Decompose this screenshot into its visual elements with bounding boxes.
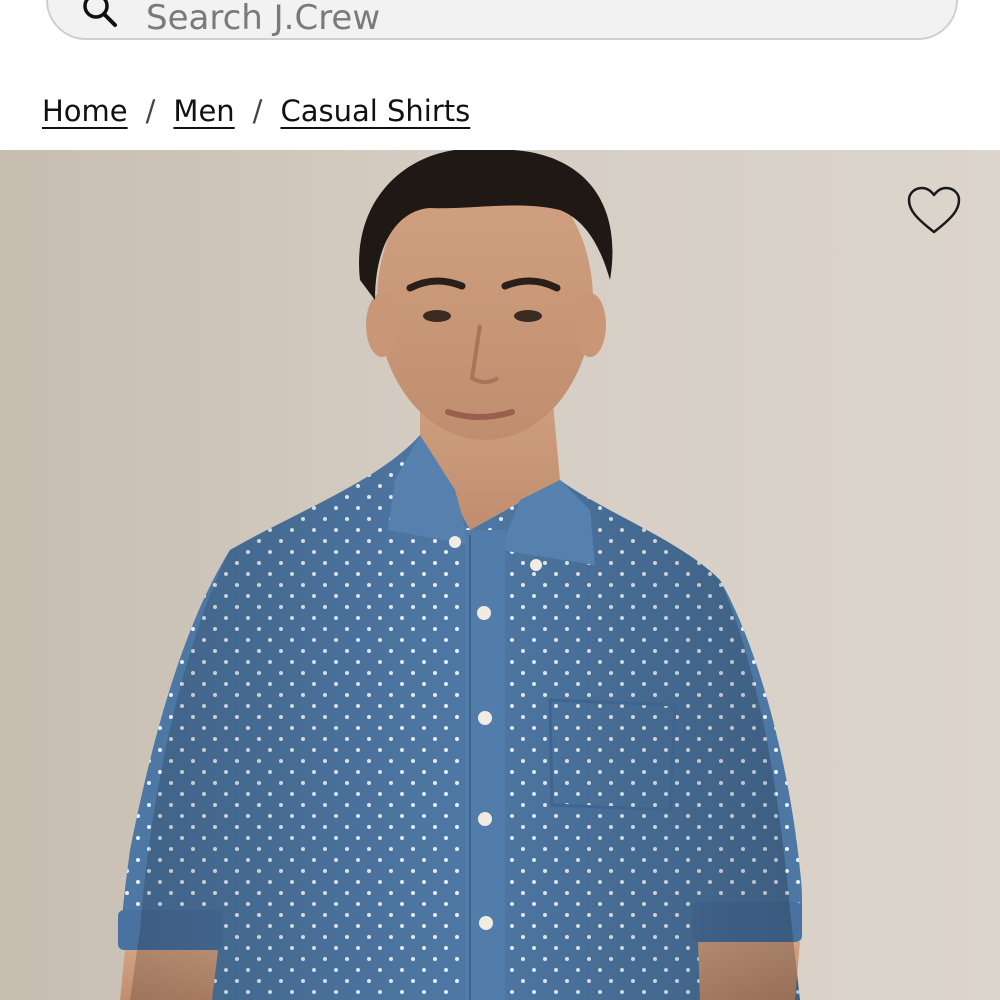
search-input[interactable] (146, 0, 846, 40)
product-photo (118, 150, 803, 1000)
breadcrumb: Home / Men / Casual Shirts (42, 94, 470, 128)
breadcrumb-home-link[interactable]: Home (42, 94, 128, 128)
breadcrumb-separator: / (252, 94, 263, 128)
search-icon[interactable] (80, 0, 120, 32)
product-image[interactable] (0, 150, 1000, 1000)
breadcrumb-men-link[interactable]: Men (173, 94, 234, 128)
search-bar[interactable] (46, 0, 958, 40)
breadcrumb-separator: / (145, 94, 156, 128)
heart-icon[interactable] (906, 186, 962, 236)
breadcrumb-casual-shirts-link[interactable]: Casual Shirts (280, 94, 470, 128)
